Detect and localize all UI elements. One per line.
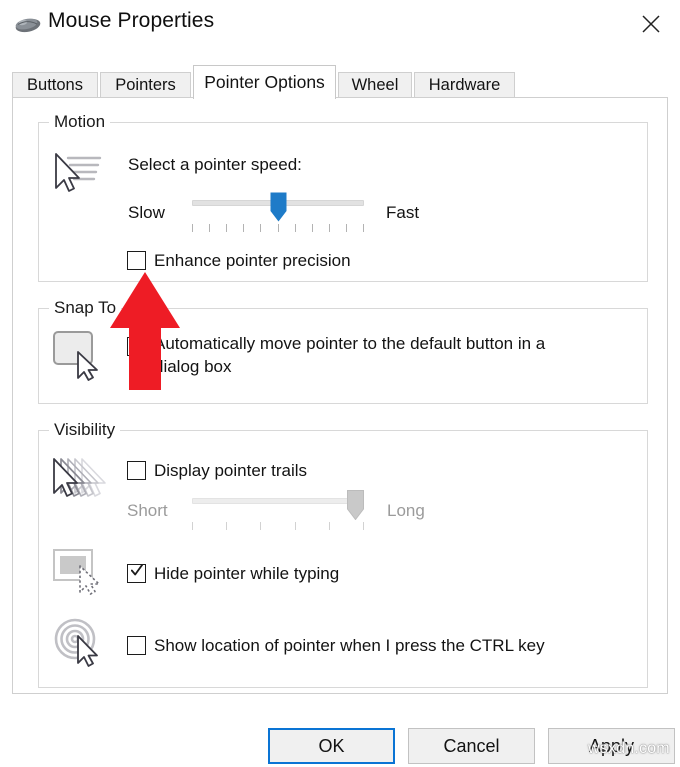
pointer-speed-icon bbox=[48, 148, 106, 205]
tab-wheel[interactable]: Wheel bbox=[338, 72, 412, 98]
ok-button-label: OK bbox=[318, 735, 345, 756]
pointer-trails-slider[interactable] bbox=[192, 490, 364, 532]
slider-min-label-trails: Short bbox=[127, 501, 168, 520]
label-display-pointer-trails: Display pointer trails bbox=[154, 461, 308, 480]
slider-track[interactable] bbox=[192, 498, 364, 504]
close-button[interactable] bbox=[628, 4, 674, 44]
slider-max-label-trails: Long bbox=[387, 501, 425, 520]
label-hide-pointer-while-typing: Hide pointer while typing bbox=[154, 564, 340, 583]
label-enhance-pointer-precision: Enhance pointer precision bbox=[154, 251, 351, 270]
title-bar: Mouse Properties bbox=[0, 0, 680, 48]
pointer-trails-icon bbox=[48, 456, 108, 513]
group-snap-to-label: Snap To bbox=[49, 298, 122, 318]
tab-label: Wheel bbox=[351, 76, 399, 94]
tab-label: Pointers bbox=[115, 76, 176, 94]
tab-buttons[interactable]: Buttons bbox=[12, 72, 98, 98]
tab-pointers[interactable]: Pointers bbox=[100, 72, 191, 98]
ok-button[interactable]: OK bbox=[268, 728, 395, 764]
slider-thumb[interactable] bbox=[347, 490, 364, 521]
tab-pointer-options[interactable]: Pointer Options bbox=[193, 65, 336, 99]
checkbox-show-pointer-location-ctrl[interactable] bbox=[127, 636, 146, 655]
window-title: Mouse Properties bbox=[48, 9, 215, 32]
apply-button[interactable]: Apply bbox=[548, 728, 675, 764]
checkbox-enhance-pointer-precision[interactable] bbox=[127, 251, 146, 270]
slider-ticks bbox=[192, 224, 364, 232]
label-show-pointer-location-ctrl: Show location of pointer when I press th… bbox=[154, 636, 545, 655]
tab-label: Buttons bbox=[27, 76, 83, 94]
slider-ticks bbox=[192, 522, 364, 530]
label-snap-to-default-button: Automatically move pointer to the defaul… bbox=[154, 334, 546, 376]
mouse-icon bbox=[14, 16, 42, 34]
ctrl-locate-pointer-icon bbox=[54, 618, 110, 673]
checkmark-icon bbox=[130, 563, 143, 577]
pointer-speed-slider[interactable] bbox=[192, 192, 364, 234]
pointer-speed-label: Select a pointer speed: bbox=[128, 155, 302, 174]
group-visibility-label: Visibility bbox=[49, 420, 121, 440]
checkbox-display-pointer-trails[interactable] bbox=[127, 461, 146, 480]
tab-label: Pointer Options bbox=[204, 72, 325, 92]
slider-max-label-speed: Fast bbox=[386, 203, 420, 222]
tab-strip: Buttons Pointers Pointer Options Wheel H… bbox=[12, 65, 668, 99]
close-icon bbox=[642, 15, 660, 33]
cancel-button-label: Cancel bbox=[443, 735, 500, 756]
hide-pointer-typing-icon bbox=[52, 548, 108, 601]
group-motion-label: Motion bbox=[49, 112, 111, 132]
tab-label: Hardware bbox=[428, 76, 501, 94]
checkbox-snap-to-default-button[interactable] bbox=[127, 337, 146, 356]
tab-hardware[interactable]: Hardware bbox=[414, 72, 515, 98]
cancel-button[interactable]: Cancel bbox=[408, 728, 535, 764]
slider-thumb[interactable] bbox=[270, 192, 287, 222]
default-button-pointer-icon bbox=[52, 330, 108, 387]
apply-button-label: Apply bbox=[588, 735, 635, 756]
checkbox-hide-pointer-while-typing[interactable] bbox=[127, 563, 146, 583]
slider-min-label-speed: Slow bbox=[128, 203, 165, 222]
